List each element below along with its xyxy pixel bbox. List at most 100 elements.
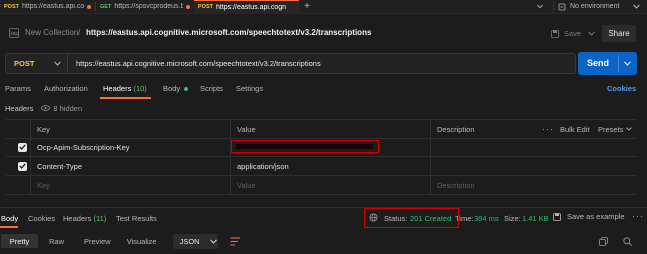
new-tab-button[interactable]: +: [299, 0, 315, 14]
row-checkbox[interactable]: [6, 157, 30, 175]
request-tab-3[interactable]: POST https://eastus.api.cogn: [194, 0, 299, 14]
row-checkbox[interactable]: [6, 138, 30, 156]
column-key: Key: [30, 120, 230, 138]
response-tab-headers[interactable]: Headers (11): [63, 214, 106, 223]
environment-icon: [558, 3, 566, 10]
view-raw[interactable]: Raw: [43, 234, 70, 248]
request-tab-2[interactable]: GET https://spsvcprodeus.bl: [96, 0, 194, 14]
chevron-down-icon: [626, 127, 633, 131]
request-tab-1[interactable]: POST https://eastus.api.cogr: [0, 0, 95, 14]
new-value-input[interactable]: Value: [230, 176, 430, 194]
tab-headers-count: (10): [133, 84, 147, 93]
tab-settings[interactable]: Settings: [236, 84, 263, 93]
wrap-lines-icon[interactable]: [230, 237, 241, 246]
header-value[interactable]: application/json: [230, 157, 430, 175]
tab-headers[interactable]: Headers (10): [103, 84, 147, 93]
tab-params[interactable]: Params: [5, 84, 31, 93]
request-bar: POST https://eastus.api.cognitive.micros…: [5, 53, 576, 74]
send-label: Send: [587, 58, 610, 68]
tab-authorization[interactable]: Authorization: [44, 84, 88, 93]
more-options-icon[interactable]: ···: [632, 211, 644, 221]
url-text: https://eastus.api.cognitive.microsoft.c…: [76, 59, 321, 68]
tab-method: POST: [198, 4, 213, 10]
tab-body-label: Body: [163, 84, 181, 93]
save-icon: [553, 212, 561, 221]
size-value[interactable]: 1.41 KB: [522, 214, 549, 223]
tab-label: https://eastus.api.cogr: [21, 3, 84, 10]
active-tab-indicator: [0, 226, 18, 228]
cookies-link[interactable]: Cookies: [607, 84, 636, 93]
chevron-down-icon: [588, 31, 595, 36]
tab-body[interactable]: Body: [163, 84, 189, 93]
chevron-down-icon: [209, 238, 217, 244]
response-tab-test-results[interactable]: Test Results: [116, 214, 157, 223]
request-name[interactable]: https://eastus.api.cognitive.microsoft.c…: [86, 28, 371, 37]
save-button[interactable]: Save: [551, 26, 595, 41]
share-button[interactable]: Share: [602, 25, 636, 42]
tab-method: GET: [100, 3, 112, 10]
presets-label: Presets: [598, 124, 624, 134]
tabs-dropdown-button[interactable]: [533, 0, 547, 14]
format-label: JSON: [179, 236, 200, 246]
unsaved-dot-icon: [186, 4, 190, 9]
chevron-down-icon: [537, 4, 543, 9]
save-as-example-label: Save as example: [567, 212, 625, 221]
response-tab-cookies[interactable]: Cookies: [28, 214, 55, 223]
response-tab-headers-label: Headers: [63, 214, 92, 223]
response-view-toolbar: Pretty Raw Preview Visualize JSON: [0, 233, 241, 249]
plus-icon: +: [304, 1, 310, 12]
hidden-count: 8 hidden: [53, 103, 83, 113]
breadcrumb-separator: /: [78, 28, 81, 37]
headers-title: Headers: [5, 103, 34, 113]
time-value[interactable]: 384 ms: [474, 214, 499, 223]
method-select[interactable]: POST: [6, 54, 68, 73]
response-tab-body[interactable]: Body: [1, 214, 18, 223]
chevron-down-icon[interactable]: [624, 61, 631, 66]
save-as-example-button[interactable]: Save as example: [553, 212, 625, 221]
search-icon[interactable]: [623, 237, 632, 246]
hidden-headers-toggle[interactable]: 8 hidden: [41, 104, 82, 113]
eye-off-icon: [41, 105, 51, 111]
tab-headers-label: Headers: [103, 84, 132, 93]
headers-table: Key Value Description ··· Bulk Edit Pres…: [6, 119, 636, 195]
tab-scripts[interactable]: Scripts: [200, 84, 223, 93]
column-description-label: Description: [437, 124, 475, 134]
body-indicator-dot-icon: [184, 87, 189, 92]
checkbox-checked-icon: [18, 142, 27, 152]
view-visualize[interactable]: Visualize: [121, 234, 163, 248]
request-tabs: Params Authorization Headers (10) Body S…: [0, 84, 647, 98]
http-request-icon: http: [9, 28, 19, 38]
redacted-value: [236, 144, 373, 149]
checkbox-column: [6, 120, 30, 138]
new-description-input[interactable]: Description: [430, 176, 636, 194]
view-preview[interactable]: Preview: [78, 234, 117, 248]
environment-selector[interactable]: No environment: [553, 0, 647, 14]
header-description[interactable]: [430, 157, 636, 175]
copy-icon[interactable]: [599, 237, 608, 246]
response-tab-headers-count: (11): [93, 214, 107, 223]
svg-text:http: http: [11, 31, 19, 36]
header-key[interactable]: Ocp-Apim-Subscription-Key: [30, 138, 230, 156]
presets-dropdown[interactable]: Presets: [598, 124, 633, 134]
header-description[interactable]: [430, 138, 636, 156]
environment-label: No environment: [570, 3, 620, 10]
format-select[interactable]: JSON: [172, 233, 218, 249]
view-pretty[interactable]: Pretty: [1, 234, 38, 248]
method-label: POST: [14, 59, 35, 68]
send-button[interactable]: Send: [578, 52, 637, 75]
table-row-new: Key Value Description: [6, 176, 636, 195]
url-input[interactable]: https://eastus.api.cognitive.microsoft.c…: [76, 54, 571, 73]
tab-label: https://spsvcprodeus.bl: [114, 3, 183, 10]
send-divider: [618, 55, 619, 72]
table-header-row: Key Value Description ··· Bulk Edit Pres…: [6, 120, 636, 139]
more-options-icon[interactable]: ···: [542, 124, 554, 134]
collection-name[interactable]: New Collection: [25, 28, 78, 37]
response-header: Body Cookies Headers (11) Test Results S…: [0, 207, 647, 227]
bulk-edit-button[interactable]: Bulk Edit: [560, 125, 590, 134]
header-key[interactable]: Content-Type: [30, 157, 230, 175]
unsaved-dot-icon: [87, 4, 91, 9]
breadcrumb: http New Collection / https://eastus.api…: [0, 23, 647, 43]
new-key-input[interactable]: Key: [30, 176, 230, 194]
column-description: Description ··· Bulk Edit Presets: [430, 120, 636, 138]
tab-method: POST: [4, 3, 19, 10]
